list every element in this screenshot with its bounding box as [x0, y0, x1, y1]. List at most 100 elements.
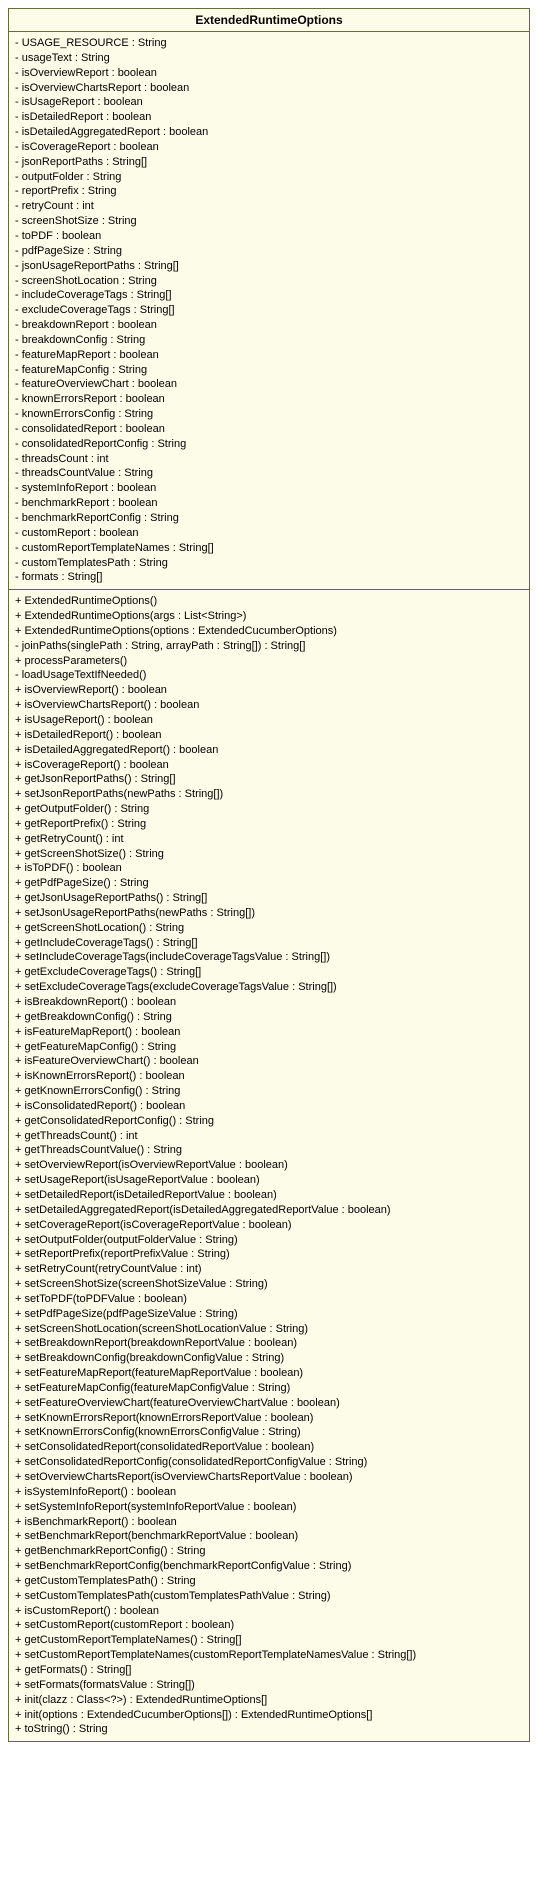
method-row: + isFeatureMapReport() : boolean: [15, 1025, 523, 1040]
attribute-row: - includeCoverageTags : String[]: [15, 288, 523, 303]
method-row: + isToPDF() : boolean: [15, 861, 523, 876]
attribute-row: - pdfPageSize : String: [15, 244, 523, 259]
attribute-row: - jsonReportPaths : String[]: [15, 155, 523, 170]
method-row: + getScreenShotLocation() : String: [15, 921, 523, 936]
attribute-row: - threadsCount : int: [15, 452, 523, 467]
method-row: + setSystemInfoReport(systemInfoReportVa…: [15, 1500, 523, 1515]
attribute-row: - knownErrorsReport : boolean: [15, 392, 523, 407]
method-row: + setJsonUsageReportPaths(newPaths : Str…: [15, 906, 523, 921]
attribute-row: - threadsCountValue : String: [15, 466, 523, 481]
method-row: + getScreenShotSize() : String: [15, 847, 523, 862]
method-row: + setBreakdownConfig(breakdownConfigValu…: [15, 1351, 523, 1366]
uml-class-box: ExtendedRuntimeOptions - USAGE_RESOURCE …: [8, 8, 530, 1742]
method-row: + setDetailedReport(isDetailedReportValu…: [15, 1188, 523, 1203]
attribute-row: - knownErrorsConfig : String: [15, 407, 523, 422]
method-row: + processParameters(): [15, 654, 523, 669]
method-row: + getJsonReportPaths() : String[]: [15, 772, 523, 787]
attribute-row: - isUsageReport : boolean: [15, 95, 523, 110]
method-row: + setScreenShotSize(screenShotSizeValue …: [15, 1277, 523, 1292]
method-row: + setOverviewChartsReport(isOverviewChar…: [15, 1470, 523, 1485]
method-row: + setCoverageReport(isCoverageReportValu…: [15, 1218, 523, 1233]
attribute-row: - featureMapConfig : String: [15, 363, 523, 378]
attribute-row: - formats : String[]: [15, 570, 523, 585]
method-row: + getKnownErrorsConfig() : String: [15, 1084, 523, 1099]
method-row: + setFeatureMapConfig(featureMapConfigVa…: [15, 1381, 523, 1396]
method-row: + isBreakdownReport() : boolean: [15, 995, 523, 1010]
method-row: + setBenchmarkReport(benchmarkReportValu…: [15, 1529, 523, 1544]
method-row: + setBenchmarkReportConfig(benchmarkRepo…: [15, 1559, 523, 1574]
method-row: + getFeatureMapConfig() : String: [15, 1040, 523, 1055]
method-row: + getBenchmarkReportConfig() : String: [15, 1544, 523, 1559]
attributes-section: - USAGE_RESOURCE : String- usageText : S…: [9, 32, 529, 589]
method-row: + setCustomReport(customReport : boolean…: [15, 1618, 523, 1633]
attribute-row: - consolidatedReportConfig : String: [15, 437, 523, 452]
attribute-row: - benchmarkReport : boolean: [15, 496, 523, 511]
method-row: + getCustomTemplatesPath() : String: [15, 1574, 523, 1589]
method-row: + getBreakdownConfig() : String: [15, 1010, 523, 1025]
method-row: + setDetailedAggregatedReport(isDetailed…: [15, 1203, 523, 1218]
attribute-row: - breakdownReport : boolean: [15, 318, 523, 333]
method-row: + setFormats(formatsValue : String[]): [15, 1678, 523, 1693]
attribute-row: - isOverviewReport : boolean: [15, 66, 523, 81]
method-row: + getReportPrefix() : String: [15, 817, 523, 832]
method-row: + getOutputFolder() : String: [15, 802, 523, 817]
attribute-row: - toPDF : boolean: [15, 229, 523, 244]
method-row: + getExcludeCoverageTags() : String[]: [15, 965, 523, 980]
method-row: + toString() : String: [15, 1722, 523, 1737]
method-row: + isConsolidatedReport() : boolean: [15, 1099, 523, 1114]
method-row: + setPdfPageSize(pdfPageSizeValue : Stri…: [15, 1307, 523, 1322]
attribute-row: - customReport : boolean: [15, 526, 523, 541]
method-row: + setUsageReport(isUsageReportValue : bo…: [15, 1173, 523, 1188]
method-row: + setOverviewReport(isOverviewReportValu…: [15, 1158, 523, 1173]
methods-section: + ExtendedRuntimeOptions()+ ExtendedRunt…: [9, 589, 529, 1741]
attribute-row: - systemInfoReport : boolean: [15, 481, 523, 496]
attribute-row: - screenShotLocation : String: [15, 274, 523, 289]
method-row: + getIncludeCoverageTags() : String[]: [15, 936, 523, 951]
method-row: + isSystemInfoReport() : boolean: [15, 1485, 523, 1500]
method-row: + getFormats() : String[]: [15, 1663, 523, 1678]
attribute-row: - isDetailedAggregatedReport : boolean: [15, 125, 523, 140]
method-row: + ExtendedRuntimeOptions(): [15, 594, 523, 609]
method-row: + setKnownErrorsConfig(knownErrorsConfig…: [15, 1425, 523, 1440]
method-row: + setReportPrefix(reportPrefixValue : St…: [15, 1247, 523, 1262]
attribute-row: - isCoverageReport : boolean: [15, 140, 523, 155]
attribute-row: - isDetailedReport : boolean: [15, 110, 523, 125]
method-row: + ExtendedRuntimeOptions(args : List<Str…: [15, 609, 523, 624]
method-row: + setScreenShotLocation(screenShotLocati…: [15, 1322, 523, 1337]
method-row: + isKnownErrorsReport() : boolean: [15, 1069, 523, 1084]
attribute-row: - excludeCoverageTags : String[]: [15, 303, 523, 318]
method-row: + setKnownErrorsReport(knownErrorsReport…: [15, 1411, 523, 1426]
attribute-row: - usageText : String: [15, 51, 523, 66]
method-row: + setConsolidatedReportConfig(consolidat…: [15, 1455, 523, 1470]
method-row: + getPdfPageSize() : String: [15, 876, 523, 891]
attribute-row: - isOverviewChartsReport : boolean: [15, 81, 523, 96]
method-row: + setFeatureOverviewChart(featureOvervie…: [15, 1396, 523, 1411]
attribute-row: - outputFolder : String: [15, 170, 523, 185]
method-row: + isDetailedAggregatedReport() : boolean: [15, 743, 523, 758]
attribute-row: - featureOverviewChart : boolean: [15, 377, 523, 392]
method-row: + setJsonReportPaths(newPaths : String[]…: [15, 787, 523, 802]
method-row: + init(options : ExtendedCucumberOptions…: [15, 1708, 523, 1723]
method-row: + isDetailedReport() : boolean: [15, 728, 523, 743]
attribute-row: - breakdownConfig : String: [15, 333, 523, 348]
attribute-row: - jsonUsageReportPaths : String[]: [15, 259, 523, 274]
method-row: + isCustomReport() : boolean: [15, 1604, 523, 1619]
method-row: + getConsolidatedReportConfig() : String: [15, 1114, 523, 1129]
method-row: - loadUsageTextIfNeeded(): [15, 668, 523, 683]
method-row: + ExtendedRuntimeOptions(options : Exten…: [15, 624, 523, 639]
method-row: + setBreakdownReport(breakdownReportValu…: [15, 1336, 523, 1351]
method-row: + getThreadsCountValue() : String: [15, 1143, 523, 1158]
method-row: + getThreadsCount() : int: [15, 1129, 523, 1144]
attribute-row: - consolidatedReport : boolean: [15, 422, 523, 437]
attribute-row: - featureMapReport : boolean: [15, 348, 523, 363]
method-row: + isBenchmarkReport() : boolean: [15, 1515, 523, 1530]
attribute-row: - customTemplatesPath : String: [15, 556, 523, 571]
class-name: ExtendedRuntimeOptions: [9, 9, 529, 32]
method-row: + isUsageReport() : boolean: [15, 713, 523, 728]
method-row: + isFeatureOverviewChart() : boolean: [15, 1054, 523, 1069]
method-row: + setConsolidatedReport(consolidatedRepo…: [15, 1440, 523, 1455]
method-row: + setExcludeCoverageTags(excludeCoverage…: [15, 980, 523, 995]
method-row: + setCustomReportTemplateNames(customRep…: [15, 1648, 523, 1663]
method-row: + setToPDF(toPDFValue : boolean): [15, 1292, 523, 1307]
method-row: + setOutputFolder(outputFolderValue : St…: [15, 1233, 523, 1248]
